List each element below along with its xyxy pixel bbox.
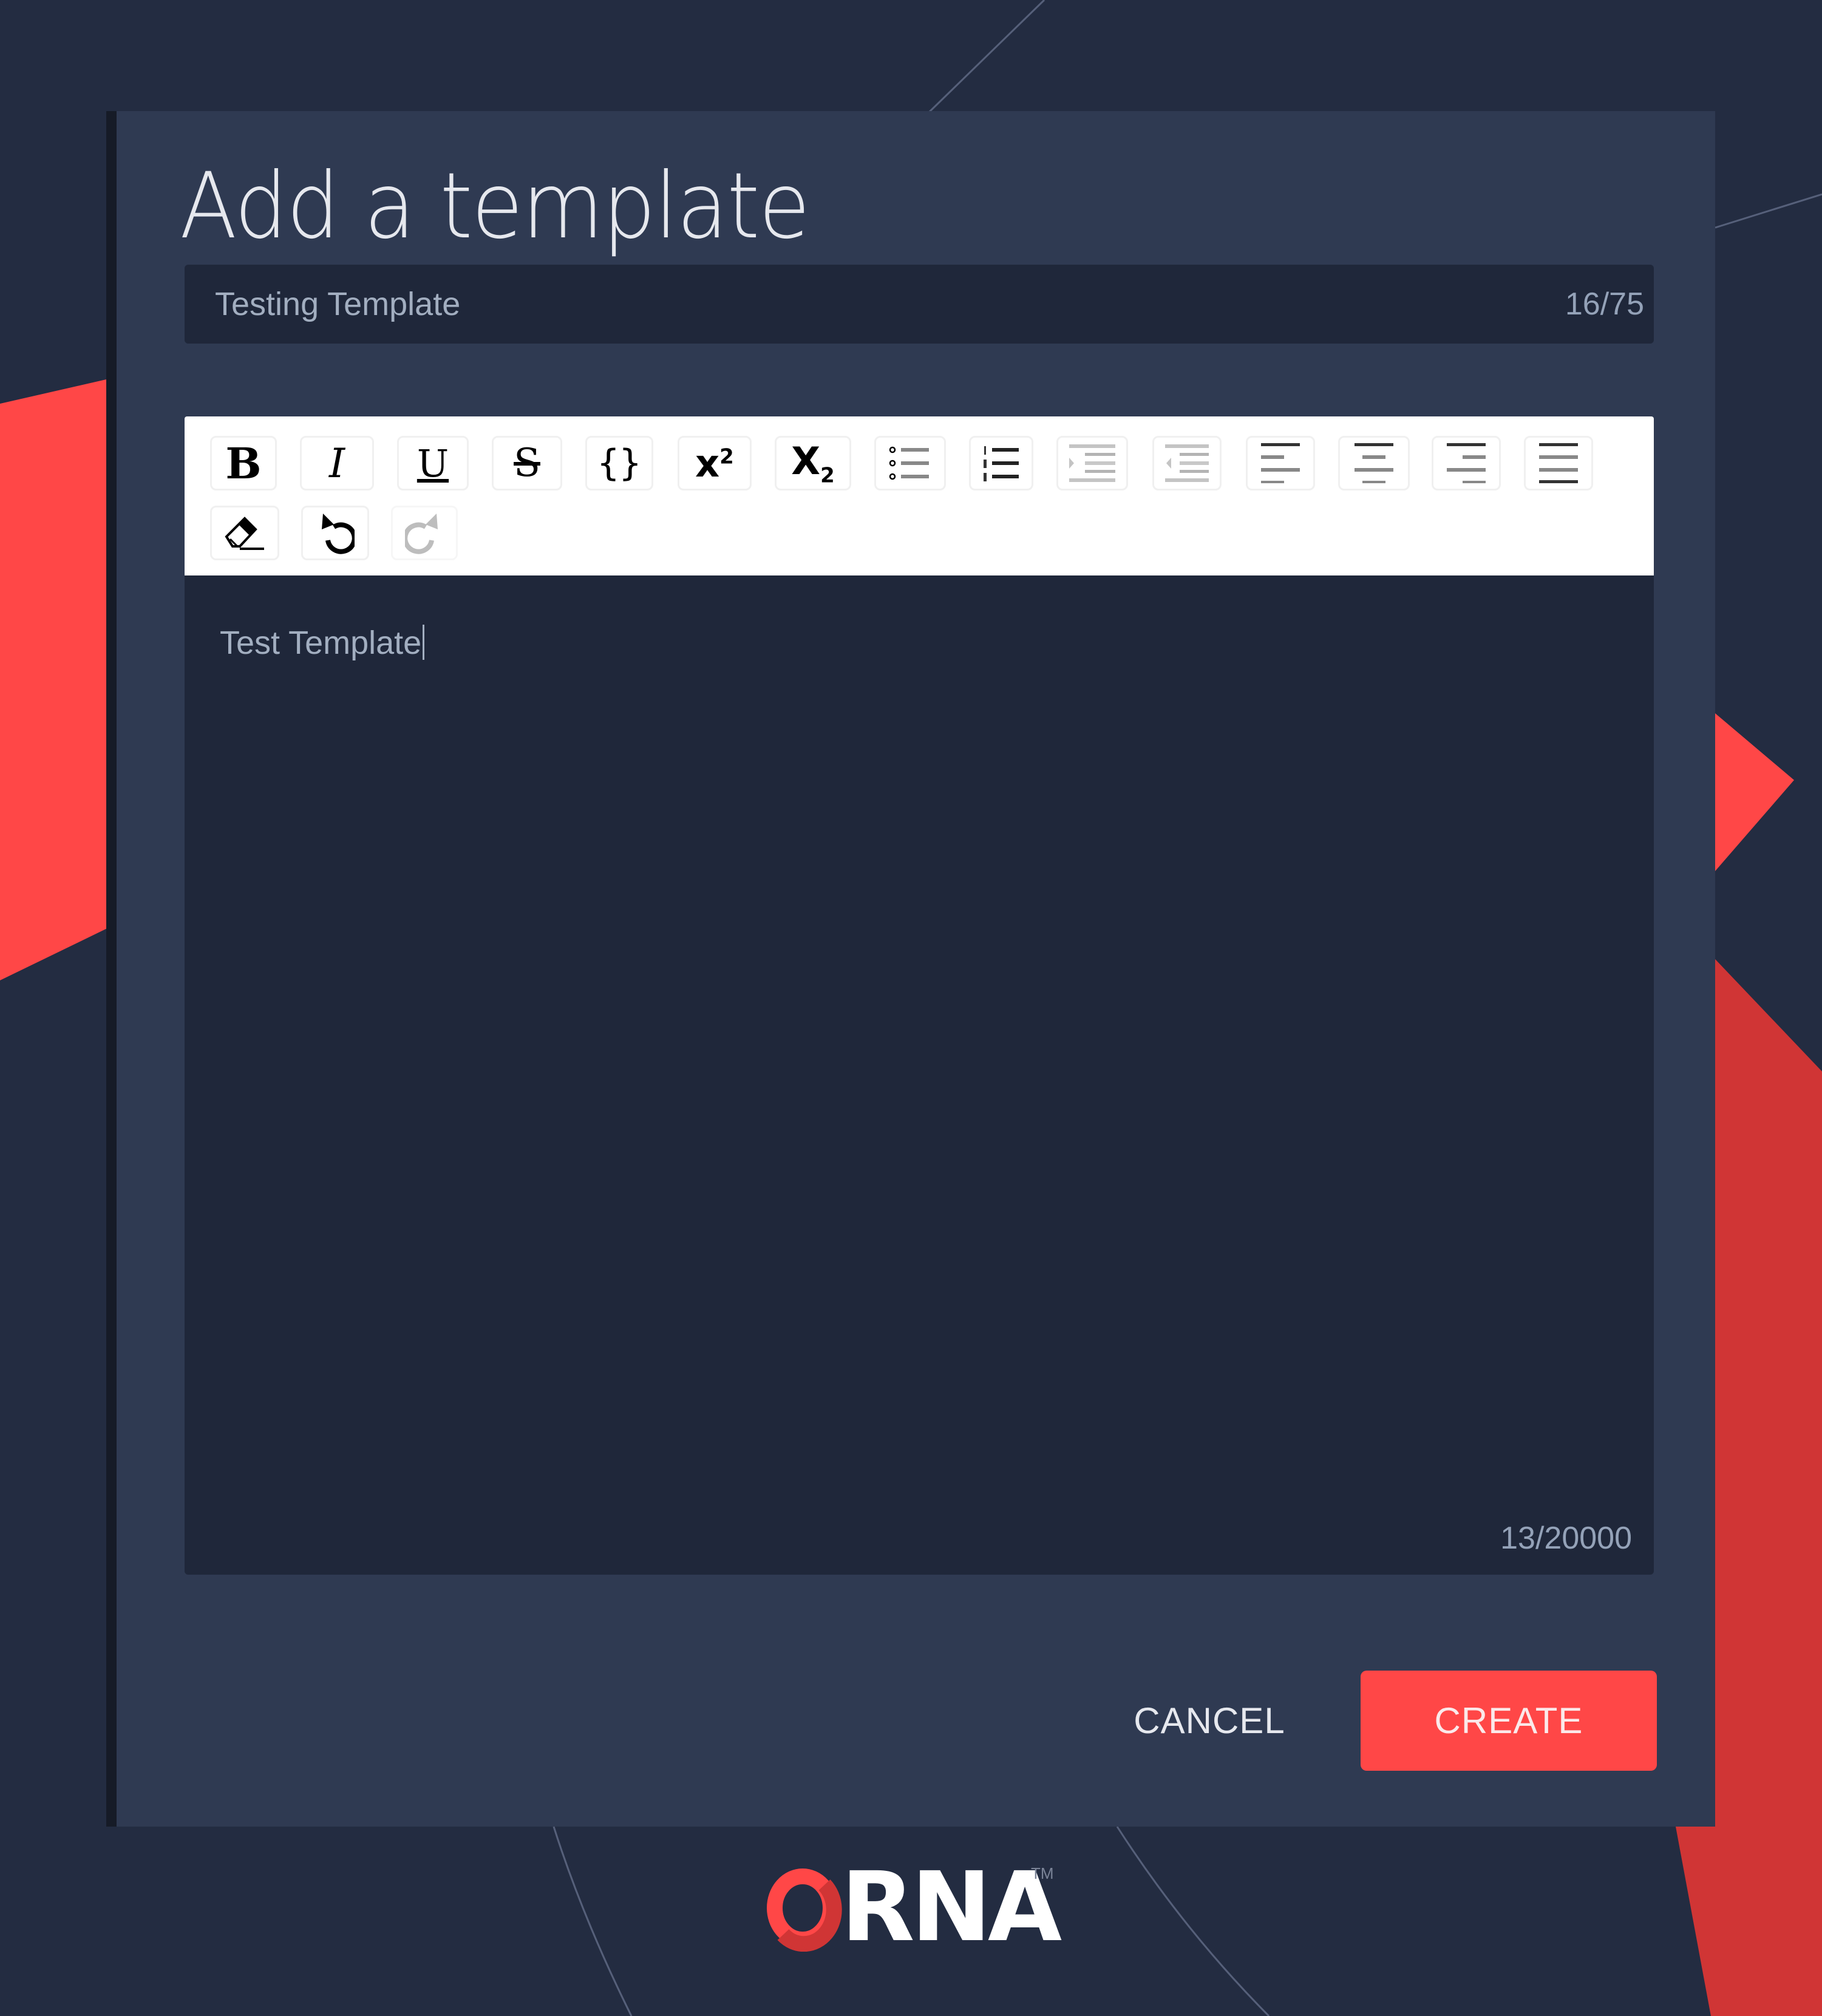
italic-icon: I	[328, 440, 345, 487]
align-right-button[interactable]	[1432, 436, 1501, 490]
undo-icon	[322, 514, 355, 554]
align-left-button[interactable]	[1246, 436, 1315, 490]
bg-line-bottom-left	[552, 1826, 633, 2016]
editor-text: Test Template	[220, 625, 422, 661]
bulleted-list-icon	[889, 446, 929, 480]
align-right-icon	[1447, 443, 1486, 483]
bold-icon: B	[225, 438, 262, 489]
bg-red-triangle-right	[1715, 713, 1794, 871]
indent-button[interactable]	[1056, 436, 1128, 490]
align-justify-icon	[1539, 443, 1578, 483]
code-braces-icon: {}	[597, 442, 642, 484]
outdent-icon	[1165, 444, 1209, 482]
trademark-mark: TM	[1031, 1864, 1054, 1882]
text-caret	[423, 625, 425, 660]
backdrop-overlay-edge	[106, 111, 117, 1827]
indent-icon	[1069, 444, 1115, 482]
add-template-modal: Add a template 16/75 B I U S {} x2 X2	[117, 111, 1715, 1827]
editor-body[interactable]: Test Template 13/20000	[185, 575, 1654, 1575]
bulleted-list-button[interactable]	[874, 436, 946, 490]
editor-content[interactable]: Test Template	[220, 624, 1616, 1474]
eraser-icon	[225, 517, 264, 550]
clear-formatting-button[interactable]	[210, 506, 279, 560]
undo-button[interactable]	[301, 506, 369, 560]
create-button[interactable]: CREATE	[1361, 1671, 1657, 1771]
underline-icon: U	[416, 441, 449, 486]
modal-title: Add a template	[180, 154, 811, 259]
strikethrough-icon: S	[514, 441, 540, 486]
align-center-icon	[1355, 443, 1393, 483]
subscript-button[interactable]: X2	[775, 436, 851, 490]
strikethrough-button[interactable]: S	[492, 436, 562, 490]
code-button[interactable]: {}	[585, 436, 653, 490]
align-center-button[interactable]	[1338, 436, 1410, 490]
orna-logo: RNA TM	[765, 1859, 1062, 1955]
align-left-icon	[1261, 443, 1300, 483]
italic-button[interactable]: I	[300, 436, 374, 490]
superscript-icon: x2	[695, 441, 734, 486]
subscript-icon: X2	[791, 438, 835, 488]
superscript-button[interactable]: x2	[678, 436, 752, 490]
redo-icon	[405, 514, 438, 554]
align-justify-button[interactable]	[1524, 436, 1593, 490]
bg-line-top	[928, 0, 1045, 114]
logo-text: RNA	[841, 1851, 1062, 1963]
logo-o-ring-icon	[767, 1868, 842, 1952]
editor-char-counter: 13/20000	[1500, 1521, 1632, 1556]
bg-line-right	[1715, 193, 1822, 229]
template-name-field[interactable]: 16/75	[185, 265, 1654, 344]
template-name-counter: 16/75	[1565, 287, 1644, 322]
outdent-button[interactable]	[1152, 436, 1222, 490]
bold-button[interactable]: B	[210, 436, 277, 490]
redo-button[interactable]	[391, 506, 458, 560]
numbered-list-button[interactable]	[969, 436, 1033, 490]
cancel-button[interactable]: CANCEL	[1118, 1671, 1300, 1771]
editor-toolbar: B I U S {} x2 X2	[185, 416, 1654, 575]
template-name-input[interactable]	[215, 265, 1490, 344]
numbered-list-icon	[984, 446, 1019, 481]
underline-button[interactable]: U	[397, 436, 469, 490]
bg-red-shape-left	[0, 379, 106, 980]
bg-line-bottom-right	[1116, 1826, 1270, 2016]
